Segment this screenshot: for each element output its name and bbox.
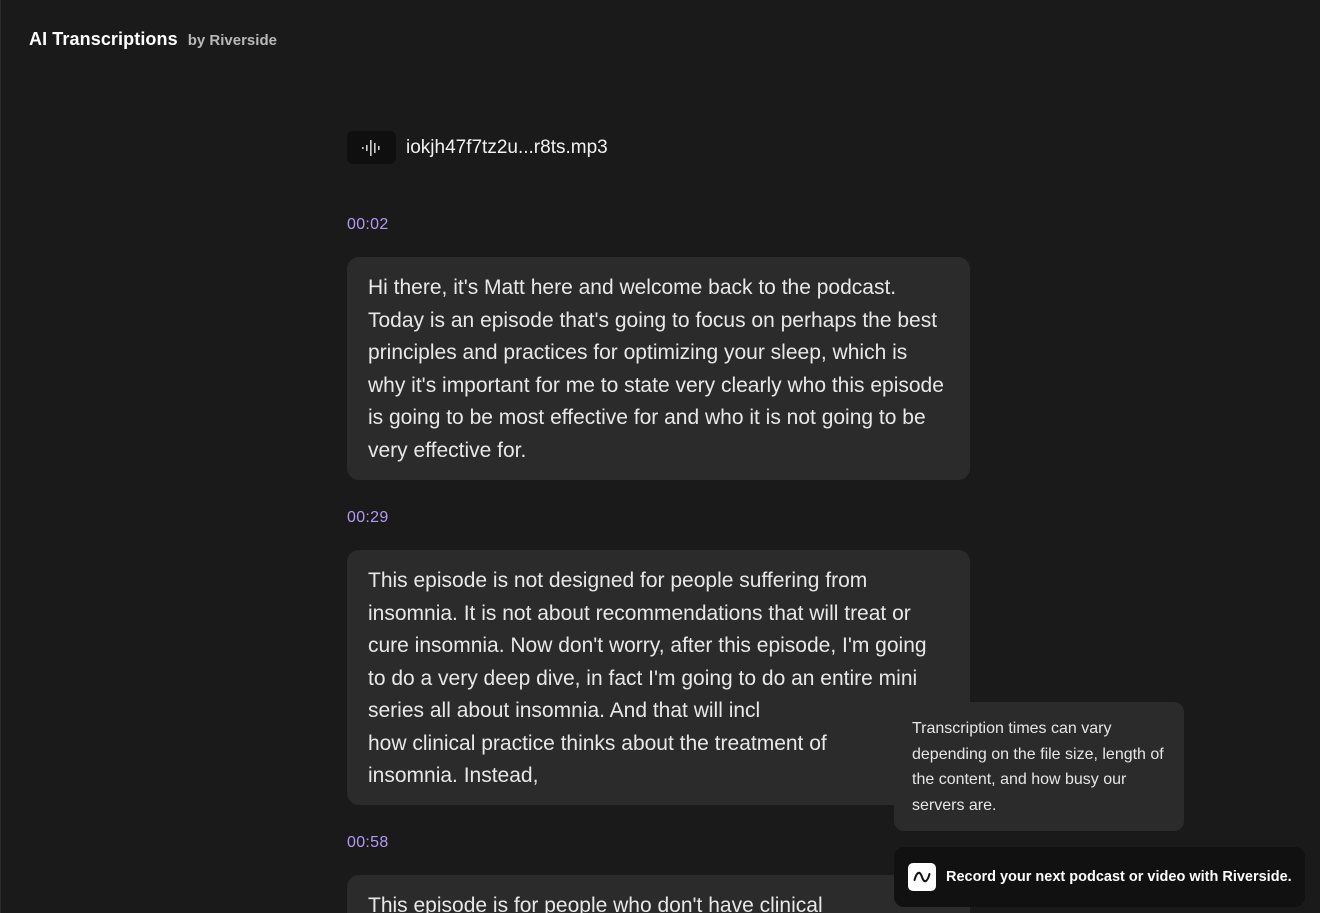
app-subtitle: by Riverside: [187, 32, 277, 49]
transcript-segment: Hi there, it's Matt here and welcome bac…: [347, 257, 970, 480]
segment-timestamp[interactable]: 00:02: [347, 216, 389, 234]
transcript-segment: This episode is not designed for people …: [347, 550, 970, 805]
file-info: iokjh47f7tz2u...r8ts.mp3: [347, 131, 608, 164]
riverside-promo-banner[interactable]: Record your next podcast or video with R…: [894, 847, 1305, 907]
app-window: AI Transcriptions by Riverside iokjh47f7…: [0, 0, 1320, 913]
brand-header: AI Transcriptions by Riverside: [29, 29, 277, 50]
file-name: iokjh47f7tz2u...r8ts.mp3: [406, 136, 608, 158]
waveform-icon: [347, 131, 396, 164]
segment-text-end: insomnia. Instead,: [368, 764, 539, 787]
transcription-time-tooltip: Transcription times can vary depending o…: [894, 702, 1184, 831]
segment-timestamp[interactable]: 00:58: [347, 834, 389, 852]
app-title: AI Transcriptions: [29, 29, 178, 49]
segment-timestamp[interactable]: 00:29: [347, 509, 389, 527]
transcript-segment: This episode is for people who don't hav…: [347, 875, 970, 913]
segment-text: This episode is not designed for people …: [368, 569, 927, 722]
promo-text[interactable]: Record your next podcast or video with R…: [946, 869, 1292, 885]
riverside-logo-icon: [908, 863, 936, 891]
segment-text-continued: how clinical practice thinks about the t…: [368, 731, 827, 755]
